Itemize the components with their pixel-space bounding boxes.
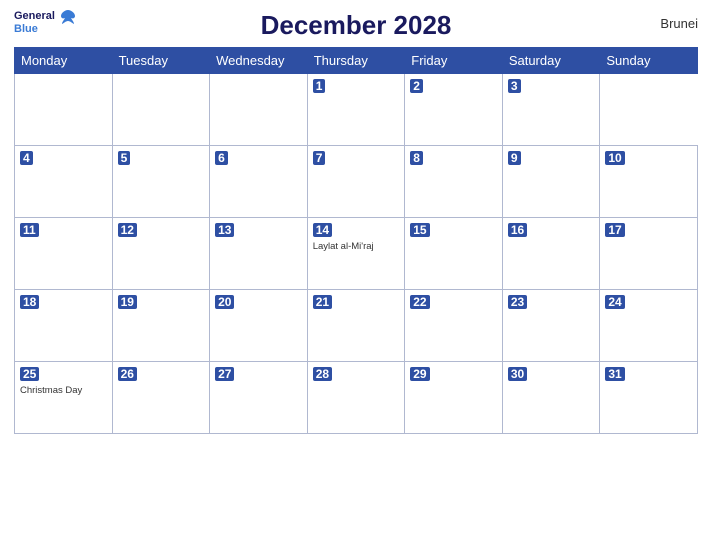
day-number: 3 — [508, 79, 521, 93]
day-cell: 30 — [502, 362, 600, 434]
holiday-christmas: Christmas Day — [20, 385, 107, 396]
day-cell: 10 — [600, 146, 698, 218]
day-number: 14 — [313, 223, 332, 237]
day-cell: 27 — [210, 362, 308, 434]
day-number: 29 — [410, 367, 429, 381]
day-cell: 26 — [112, 362, 210, 434]
day-number: 16 — [508, 223, 527, 237]
header-friday: Friday — [405, 48, 503, 74]
day-cell: 20 — [210, 290, 308, 362]
day-cell: 18 — [15, 290, 113, 362]
header-thursday: Thursday — [307, 48, 405, 74]
day-number: 24 — [605, 295, 624, 309]
day-cell: 29 — [405, 362, 503, 434]
day-cell — [112, 74, 210, 146]
day-cell: 1 — [307, 74, 405, 146]
day-cell: 2 — [405, 74, 503, 146]
week-row-1: 1 2 3 — [15, 74, 698, 146]
day-number: 18 — [20, 295, 39, 309]
day-number: 12 — [118, 223, 137, 237]
day-cell: 17 — [600, 218, 698, 290]
day-number: 23 — [508, 295, 527, 309]
day-number: 26 — [118, 367, 137, 381]
day-cell: 16 — [502, 218, 600, 290]
day-cell: 6 — [210, 146, 308, 218]
calendar-title: December 2028 — [261, 10, 452, 41]
day-cell: 9 — [502, 146, 600, 218]
day-cell: 13 — [210, 218, 308, 290]
day-number: 13 — [215, 223, 234, 237]
day-cell: 14 Laylat al-Mi'raj — [307, 218, 405, 290]
header-monday: Monday — [15, 48, 113, 74]
day-cell: 11 — [15, 218, 113, 290]
week-row-3: 11 12 13 14 Laylat al-Mi'raj 15 16 — [15, 218, 698, 290]
logo-bird-icon — [57, 8, 79, 35]
calendar-container: General Blue December 2028 Brunei Monday… — [0, 0, 712, 550]
header: General Blue December 2028 Brunei — [14, 10, 698, 41]
holiday-laylat: Laylat al-Mi'raj — [313, 241, 400, 252]
day-number: 2 — [410, 79, 423, 93]
day-number: 11 — [20, 223, 39, 237]
day-cell: 7 — [307, 146, 405, 218]
week-row-2: 4 5 6 7 8 9 10 — [15, 146, 698, 218]
logo: General Blue — [14, 10, 79, 36]
day-number: 28 — [313, 367, 332, 381]
day-number: 7 — [313, 151, 326, 165]
day-number: 31 — [605, 367, 624, 381]
day-cell: 21 — [307, 290, 405, 362]
week-row-4: 18 19 20 21 22 23 24 — [15, 290, 698, 362]
day-number: 8 — [410, 151, 423, 165]
day-cell: 8 — [405, 146, 503, 218]
day-number: 9 — [508, 151, 521, 165]
day-cell: 25 Christmas Day — [15, 362, 113, 434]
day-cell: 15 — [405, 218, 503, 290]
day-cell: 12 — [112, 218, 210, 290]
header-sunday: Sunday — [600, 48, 698, 74]
day-number: 19 — [118, 295, 137, 309]
day-number: 30 — [508, 367, 527, 381]
calendar-table: Monday Tuesday Wednesday Thursday Friday… — [14, 47, 698, 434]
day-cell: 19 — [112, 290, 210, 362]
day-cell: 5 — [112, 146, 210, 218]
weekday-header-row: Monday Tuesday Wednesday Thursday Friday… — [15, 48, 698, 74]
day-cell: 22 — [405, 290, 503, 362]
day-cell — [210, 74, 308, 146]
logo-general: General — [14, 10, 55, 23]
week-row-5: 25 Christmas Day 26 27 28 29 30 — [15, 362, 698, 434]
logo-blue: Blue — [14, 23, 55, 36]
country-label: Brunei — [660, 16, 698, 31]
day-number: 21 — [313, 295, 332, 309]
day-number: 17 — [605, 223, 624, 237]
day-cell: 24 — [600, 290, 698, 362]
day-number: 6 — [215, 151, 228, 165]
day-number: 5 — [118, 151, 131, 165]
day-number: 10 — [605, 151, 624, 165]
day-cell — [15, 74, 113, 146]
day-cell: 28 — [307, 362, 405, 434]
day-cell: 3 — [502, 74, 600, 146]
day-number: 25 — [20, 367, 39, 381]
header-saturday: Saturday — [502, 48, 600, 74]
day-number: 27 — [215, 367, 234, 381]
day-number: 15 — [410, 223, 429, 237]
header-wednesday: Wednesday — [210, 48, 308, 74]
day-cell: 4 — [15, 146, 113, 218]
day-number: 1 — [313, 79, 326, 93]
day-number: 22 — [410, 295, 429, 309]
day-number: 4 — [20, 151, 33, 165]
header-tuesday: Tuesday — [112, 48, 210, 74]
day-number: 20 — [215, 295, 234, 309]
day-cell: 23 — [502, 290, 600, 362]
day-cell: 31 — [600, 362, 698, 434]
